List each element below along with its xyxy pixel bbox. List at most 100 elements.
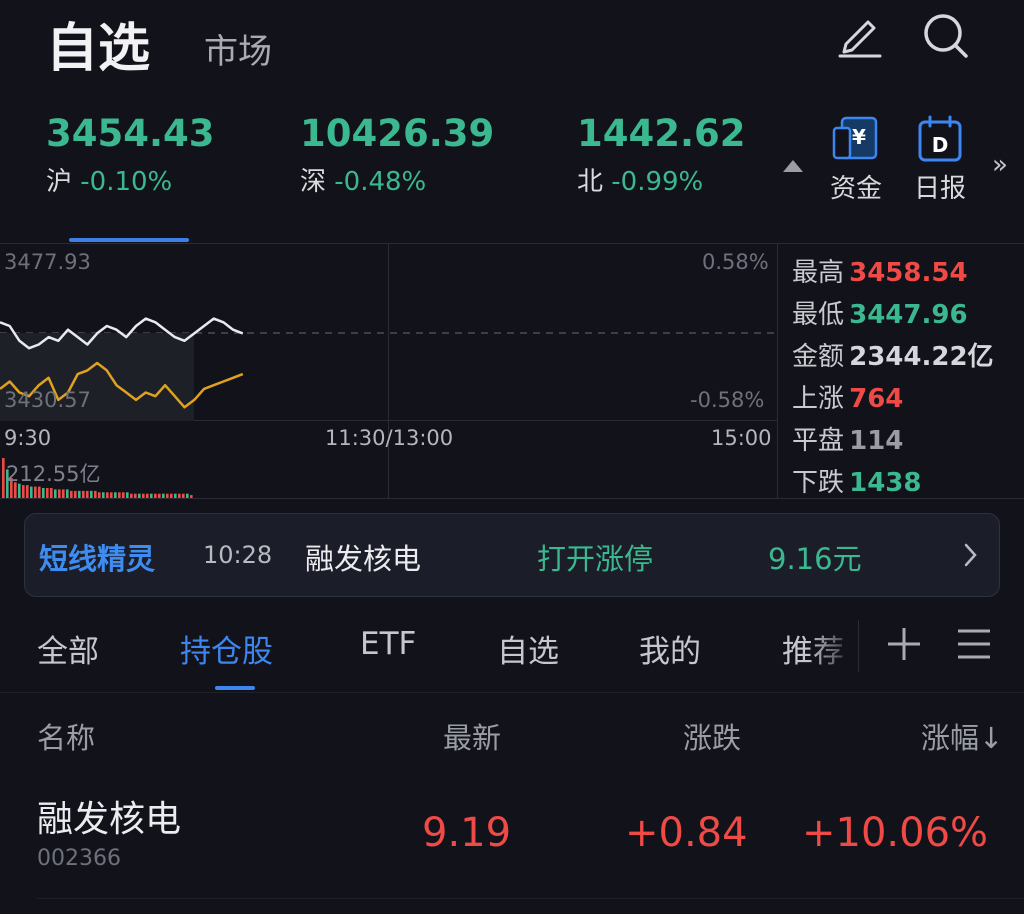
stat-label: 金额	[792, 342, 845, 372]
volume-bar	[106, 492, 109, 498]
index-name: 北	[577, 167, 604, 197]
volume-bar	[186, 493, 189, 498]
tab-etf[interactable]: ETF	[360, 626, 416, 662]
tab-mine[interactable]: 我的	[639, 626, 701, 671]
chart-bottom-pct: -0.58%	[690, 388, 765, 412]
stat-value: 3458.54	[849, 258, 968, 288]
index-bj[interactable]: 1442.62 北 -0.99%	[577, 112, 746, 198]
stat-label: 上涨	[792, 384, 845, 414]
volume-bar	[190, 495, 193, 498]
quick-action-daily[interactable]: D 日报	[910, 114, 970, 205]
collapse-triangle-icon[interactable]	[781, 156, 805, 178]
index-change: -0.48%	[334, 167, 427, 197]
column-change[interactable]: 涨跌	[683, 715, 741, 757]
stat-label: 最高	[792, 258, 845, 288]
tab-fade	[808, 615, 858, 675]
volume-bar	[134, 493, 137, 498]
stock-pct: +10.06%	[802, 810, 989, 856]
tab-watchlist[interactable]: 自选	[497, 626, 559, 671]
index-change: -0.10%	[80, 167, 173, 197]
tab-all[interactable]: 全部	[37, 626, 99, 671]
divider	[0, 692, 1024, 693]
chart-time-mid: 11:30/13:00	[325, 426, 454, 450]
yen-card-icon: ¥	[832, 116, 878, 160]
quick-action-label: 日报	[913, 174, 966, 204]
intraday-chart[interactable]	[0, 245, 777, 498]
volume-bar	[74, 490, 77, 498]
volume-bar	[2, 458, 5, 498]
column-pct-sort[interactable]: 涨幅↓	[921, 715, 1003, 757]
volume-bar	[158, 493, 161, 498]
banner-stock: 融发核电	[305, 542, 422, 576]
volume-bar	[90, 490, 93, 498]
chart-time-end: 15:00	[711, 426, 772, 450]
stat-value: 1438	[849, 468, 922, 498]
stat-low: 最低 3447.96	[792, 294, 994, 336]
volume-bar	[154, 493, 157, 498]
divider	[0, 243, 1024, 244]
volume-bar	[170, 493, 173, 498]
stat-value: 2344.22亿	[849, 342, 994, 372]
volume-bar	[58, 489, 61, 498]
tab-active-underline	[215, 686, 255, 690]
stock-latest: 9.19	[422, 810, 512, 856]
index-sz[interactable]: 10426.39 深 -0.48%	[300, 112, 494, 198]
volume-bar	[30, 486, 33, 498]
volume-bar	[42, 488, 45, 498]
stat-value: 764	[849, 384, 904, 414]
index-active-underline	[69, 238, 189, 242]
volume-bar	[142, 493, 145, 498]
volume-bar	[114, 492, 117, 498]
index-value: 3454.43	[46, 112, 215, 155]
stat-label: 平盘	[792, 426, 845, 456]
search-icon[interactable]	[918, 8, 974, 64]
volume-bar	[118, 492, 121, 498]
tab-market[interactable]: 市场	[204, 24, 272, 73]
index-value: 1442.62	[577, 112, 746, 155]
volume-bar	[46, 488, 49, 498]
volume-bar	[54, 489, 57, 498]
quick-action-label: 资金	[829, 174, 882, 204]
column-name[interactable]: 名称	[37, 715, 95, 757]
stat-label: 下跌	[792, 468, 845, 498]
index-value: 10426.39	[300, 112, 495, 155]
volume-bar	[86, 490, 89, 498]
volume-bar	[138, 493, 141, 498]
volume-bar	[130, 493, 133, 498]
svg-text:¥: ¥	[852, 125, 866, 149]
banner-event: 打开涨停	[537, 542, 654, 576]
menu-icon[interactable]	[954, 626, 994, 666]
volume-bar	[34, 486, 37, 498]
stock-code: 002366	[37, 846, 121, 871]
index-name: 深	[300, 167, 327, 197]
chart-top-price: 3477.93	[4, 250, 91, 274]
quick-action-capital[interactable]: ¥ 资金	[826, 114, 886, 205]
edit-icon[interactable]	[832, 10, 888, 66]
index-sh[interactable]: 3454.43 沪 -0.10%	[46, 112, 215, 198]
stat-up: 上涨 764	[792, 378, 994, 420]
volume-bar	[62, 489, 65, 498]
divider	[858, 620, 859, 672]
volume-bar	[162, 493, 165, 498]
short-term-alert-banner[interactable]: 短线精灵 10:28 融发核电 打开涨停 9.16元	[24, 513, 1000, 597]
calendar-d-icon: D	[918, 115, 962, 162]
column-latest[interactable]: 最新	[443, 715, 501, 757]
volume-bar	[98, 492, 101, 498]
add-icon[interactable]	[884, 624, 924, 668]
index-name: 沪	[46, 167, 73, 197]
more-chevron-icon[interactable]: »	[992, 150, 1008, 180]
index-change: -0.99%	[611, 167, 704, 197]
stat-label: 最低	[792, 300, 845, 330]
volume-bar	[102, 492, 105, 498]
volume-bar	[166, 493, 169, 498]
chart-volume: 212.55亿	[6, 462, 101, 486]
stat-amount: 金额 2344.22亿	[792, 336, 994, 378]
page-title[interactable]: 自选	[46, 6, 150, 81]
stats-panel: 最高 3458.54 最低 3447.96 金额 2344.22亿 上涨 764…	[792, 252, 994, 504]
banner-title: 短线精灵	[39, 542, 156, 576]
banner-price: 9.16元	[768, 542, 862, 576]
stat-value: 3447.96	[849, 300, 968, 330]
stock-change: +0.84	[625, 810, 748, 856]
tab-holdings[interactable]: 持仓股	[180, 626, 273, 671]
volume-bar	[146, 493, 149, 498]
